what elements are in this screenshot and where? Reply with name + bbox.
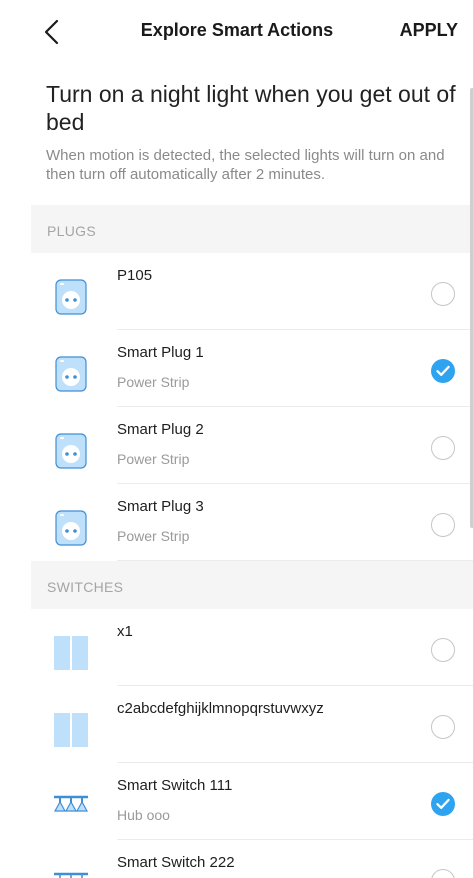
radio-checked[interactable] xyxy=(431,792,455,816)
radio-unchecked[interactable] xyxy=(431,869,455,878)
plug-icon xyxy=(53,433,89,469)
device-name: Smart Switch 222 xyxy=(117,854,235,871)
device-name: Smart Plug 1 xyxy=(117,344,204,361)
device-list: PLUGS P105 Smart Plug 1 Power Strip Smart Pl… xyxy=(31,205,473,878)
device-name: Smart Plug 3 xyxy=(117,498,204,515)
radio-unchecked[interactable] xyxy=(431,436,455,460)
section-header-plugs: PLUGS xyxy=(31,205,473,253)
wall-switch-icon xyxy=(53,712,89,748)
section-header-switches: SWITCHES xyxy=(31,561,473,609)
top-bar: Explore Smart Actions APPLY xyxy=(0,0,473,62)
device-row[interactable]: Smart Switch 111 Hub ooo xyxy=(31,763,473,840)
device-row[interactable]: Smart Switch 222 xyxy=(31,840,473,878)
scrollbar[interactable] xyxy=(470,88,473,528)
device-row[interactable]: Smart Plug 3 Power Strip xyxy=(31,484,473,561)
device-row[interactable]: Smart Plug 1 Power Strip xyxy=(31,330,473,407)
back-button[interactable] xyxy=(40,18,64,46)
device-subtitle: Power Strip xyxy=(117,528,190,544)
radio-unchecked[interactable] xyxy=(431,282,455,306)
checkmark-icon xyxy=(436,365,450,376)
plug-icon xyxy=(53,356,89,392)
light-switch-icon xyxy=(53,789,89,825)
device-name: Smart Switch 111 xyxy=(117,777,233,794)
app-screen: Explore Smart Actions APPLY Turn on a ni… xyxy=(0,0,474,878)
device-row[interactable]: P105 xyxy=(31,253,473,330)
radio-unchecked[interactable] xyxy=(431,513,455,537)
device-name: Smart Plug 2 xyxy=(117,421,204,438)
plug-icon xyxy=(53,510,89,546)
light-switch-outline-icon xyxy=(53,866,89,878)
device-subtitle: Hub ooo xyxy=(117,807,170,823)
action-description: When motion is detected, the selected li… xyxy=(46,147,445,183)
device-row[interactable]: c2abcdefghijklmnopqrstuvwxyz xyxy=(31,686,473,763)
plug-icon xyxy=(53,279,89,315)
device-name: c2abcdefghijklmnopqrstuvwxyz xyxy=(117,700,324,717)
device-row[interactable]: x1 xyxy=(31,609,473,686)
radio-unchecked[interactable] xyxy=(431,638,455,662)
radio-unchecked[interactable] xyxy=(431,715,455,739)
apply-button[interactable]: APPLY xyxy=(400,20,458,41)
device-row[interactable]: Smart Plug 2 Power Strip xyxy=(31,407,473,484)
device-name: P105 xyxy=(117,267,153,284)
device-subtitle: Power Strip xyxy=(117,451,190,467)
device-name: x1 xyxy=(117,623,133,640)
device-subtitle: Power Strip xyxy=(117,374,190,390)
row-divider xyxy=(117,560,473,561)
checkmark-icon xyxy=(436,798,450,809)
wall-switch-icon xyxy=(53,635,89,671)
chevron-left-icon xyxy=(44,19,59,45)
radio-checked[interactable] xyxy=(431,359,455,383)
action-title: Turn on a night light when you get out o… xyxy=(46,81,456,135)
